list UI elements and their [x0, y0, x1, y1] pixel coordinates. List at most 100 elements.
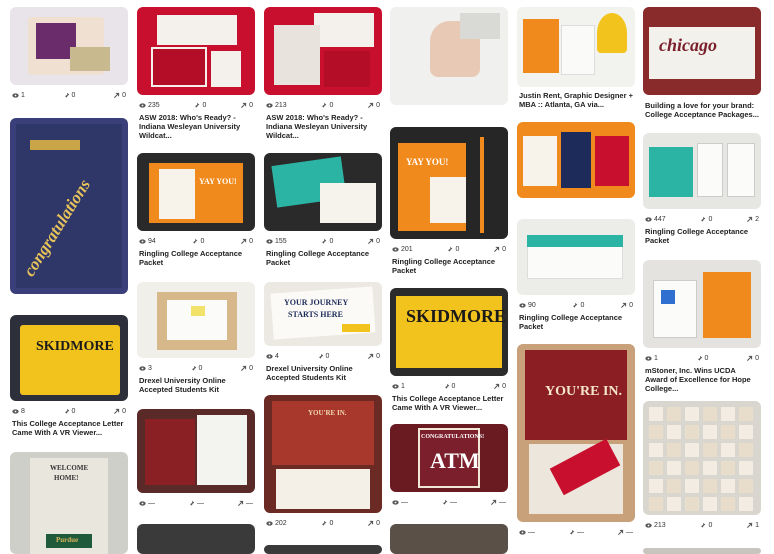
- arrow-icon: [368, 353, 374, 359]
- pin-image[interactable]: [643, 133, 761, 209]
- pin-card[interactable]: — — —: [137, 409, 255, 511]
- pin-title[interactable]: mStoner, Inc. Wins UCDA Award of Excelle…: [643, 366, 761, 393]
- pin-card[interactable]: 213 0 0 ASW 2018: Who's Ready? - Indiana…: [264, 7, 382, 140]
- pin-card[interactable]: YOUR JOURNEY STARTS HERE 4 0 0 Drexel Un…: [264, 282, 382, 382]
- pin-stats: 202 0 0: [264, 515, 382, 531]
- pin-card[interactable]: [137, 524, 255, 554]
- pin-title[interactable]: Ringling College Acceptance Packet: [643, 227, 761, 245]
- pin-stats: 213 0 0: [264, 97, 382, 113]
- pin-image[interactable]: congratulations: [10, 118, 128, 294]
- pin-card[interactable]: Justin Rent, Graphic Designer + MBA :: A…: [517, 7, 635, 109]
- pin-card[interactable]: 155 0 0 Ringling College Acceptance Pack…: [264, 153, 382, 267]
- pin-image[interactable]: [137, 524, 255, 554]
- pin-image[interactable]: YAY YOU!: [390, 127, 508, 239]
- pin-card[interactable]: WELCOME HOME! Purdue: [10, 452, 128, 554]
- pin-title[interactable]: Drexel University Online Accepted Studen…: [137, 376, 255, 394]
- pin-card[interactable]: 90 0 0 Ringling College Acceptance Packe…: [517, 219, 635, 331]
- pin-title[interactable]: This College Acceptance Letter Came With…: [10, 419, 128, 437]
- pin-card[interactable]: YOU'RE IN. 202 0 0: [264, 395, 382, 531]
- pin-image[interactable]: [643, 260, 761, 348]
- pin-card[interactable]: 235 0 0 ASW 2018: Who's Ready? - Indiana…: [137, 7, 255, 140]
- pin-image[interactable]: [137, 7, 255, 95]
- pin-image[interactable]: [517, 7, 635, 87]
- pin-card[interactable]: YAY YOU! 94 0 0 Ringling College Accepta…: [137, 153, 255, 267]
- box-shape: [703, 443, 717, 457]
- pin-card[interactable]: chicago Building a love for your brand: …: [643, 7, 761, 119]
- pin-image[interactable]: [517, 122, 635, 198]
- pin-card[interactable]: [264, 545, 382, 554]
- pin-image[interactable]: [643, 401, 761, 515]
- pin-image[interactable]: SKIDMORE: [390, 288, 508, 376]
- pin-image[interactable]: [137, 282, 255, 358]
- pin-title[interactable]: Building a love for your brand: College …: [643, 101, 761, 119]
- pin-image[interactable]: YOU'RE IN.: [264, 395, 382, 513]
- pin-card[interactable]: [390, 524, 508, 554]
- pin-title[interactable]: This College Acceptance Letter Came With…: [390, 394, 508, 412]
- pin-card[interactable]: 3 0 0 Drexel University Online Accepted …: [137, 282, 255, 394]
- pin-card[interactable]: SKIDMORE 1 0 0 This College Acceptance L…: [390, 288, 508, 412]
- pin-card[interactable]: 213 0 1: [643, 401, 761, 533]
- pin-image[interactable]: CONGRATULATIONS! ATM: [390, 424, 508, 492]
- views-stat: 1: [12, 92, 25, 99]
- eye-icon: [392, 499, 399, 505]
- pin-stats: 155 0 0: [264, 233, 382, 249]
- eye-icon: [266, 238, 273, 244]
- pin-stats: — — —: [517, 524, 635, 540]
- arrow-icon: [368, 520, 374, 526]
- pin-title[interactable]: Ringling College Acceptance Packet: [390, 257, 508, 275]
- pin-card[interactable]: [390, 7, 508, 105]
- pin-image[interactable]: [137, 409, 255, 493]
- box-shape: [685, 443, 699, 457]
- pin-image[interactable]: chicago: [643, 7, 761, 95]
- pin-image[interactable]: SKIDMORE: [10, 315, 128, 401]
- pin-title[interactable]: Ringling College Acceptance Packet: [264, 249, 382, 267]
- box-shape: [703, 407, 717, 421]
- box-shape: [667, 425, 681, 439]
- pin-title[interactable]: ASW 2018: Who's Ready? - Indiana Wesleya…: [264, 113, 382, 140]
- arrow-icon: [491, 499, 497, 505]
- pin-title[interactable]: Ringling College Acceptance Packet: [137, 249, 255, 267]
- pin-title[interactable]: Drexel University Online Accepted Studen…: [264, 364, 382, 382]
- arrow-icon: [238, 500, 244, 506]
- box-shape: [685, 407, 699, 421]
- pin-image[interactable]: [264, 7, 382, 95]
- pin-card[interactable]: SKIDMORE 8 0 0 This College Acceptance L…: [10, 315, 128, 437]
- pin-card[interactable]: 1 0 0 mStoner, Inc. Wins UCDA Award of E…: [643, 260, 761, 393]
- pin-image[interactable]: [10, 7, 128, 85]
- pin-icon: [192, 238, 198, 245]
- box-shape: [721, 407, 735, 421]
- pin-image[interactable]: [264, 153, 382, 231]
- box-shape: [649, 425, 663, 439]
- pin-icon: [441, 499, 448, 506]
- pin-card[interactable]: 447 0 2 Ringling College Acceptance Pack…: [643, 133, 761, 245]
- box-shape: [721, 461, 735, 475]
- pin-image[interactable]: WELCOME HOME! Purdue: [10, 452, 128, 554]
- pin-image[interactable]: [517, 219, 635, 295]
- pin-image[interactable]: [390, 7, 508, 105]
- pin-image[interactable]: [390, 524, 508, 554]
- arrow-icon: [241, 238, 247, 244]
- box-shape: [685, 461, 699, 475]
- pin-card[interactable]: CONGRATULATIONS! ATM — — —: [390, 424, 508, 510]
- arrow-icon: [621, 302, 627, 308]
- pin-image[interactable]: YOUR JOURNEY STARTS HERE: [264, 282, 382, 346]
- pin-image[interactable]: [264, 545, 382, 554]
- pin-title[interactable]: ASW 2018: Who's Ready? - Indiana Wesleya…: [137, 113, 255, 140]
- pin-card[interactable]: congratulations: [10, 118, 128, 294]
- pin-card[interactable]: YAY YOU! 201 0 0 Ringling College Accept…: [390, 127, 508, 275]
- pin-image[interactable]: [643, 548, 761, 554]
- box-shape: [739, 407, 753, 421]
- pin-icon: [194, 102, 200, 109]
- eye-icon: [139, 365, 146, 371]
- pin-image[interactable]: YOU'RE IN.: [517, 344, 635, 522]
- pin-card[interactable]: [643, 548, 761, 554]
- arrow-icon: [114, 92, 120, 98]
- pin-stats: 1 0 0: [390, 378, 508, 394]
- arrow-icon: [747, 355, 753, 361]
- pin-card[interactable]: 1 0 0: [10, 7, 128, 103]
- pin-title[interactable]: Ringling College Acceptance Packet: [517, 313, 635, 331]
- pin-image[interactable]: YAY YOU!: [137, 153, 255, 231]
- pin-card[interactable]: [517, 122, 635, 198]
- pin-card[interactable]: YOU'RE IN. — — —: [517, 344, 635, 540]
- pin-title[interactable]: Justin Rent, Graphic Designer + MBA :: A…: [517, 91, 635, 109]
